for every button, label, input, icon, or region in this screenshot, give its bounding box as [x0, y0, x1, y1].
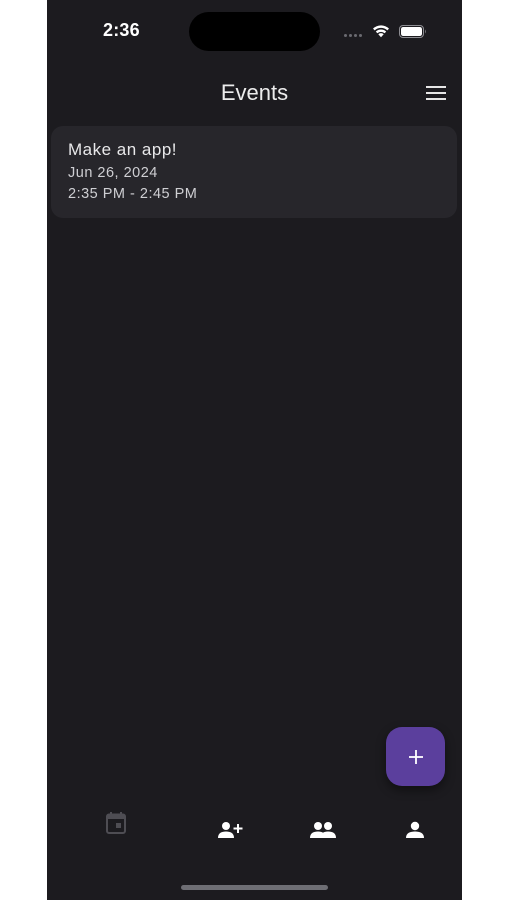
page-title: Events: [220, 80, 289, 105]
person-add-icon: [218, 822, 243, 838]
status-time: 2:36: [103, 20, 140, 40]
home-indicator[interactable]: [181, 885, 328, 890]
event-time: 2:35 PM - 2:45 PM: [68, 186, 198, 202]
cellular-signal-icon: [344, 34, 362, 37]
bottom-navigation: [47, 800, 462, 860]
app-screen: 2:36 Events Make an app! Jun 26, 2024 2:…: [47, 0, 462, 900]
person-icon: [406, 821, 424, 838]
wifi-icon: [373, 25, 389, 38]
event-title: Make an app!: [68, 140, 178, 159]
people-icon: [310, 822, 336, 838]
app-bar: Events: [47, 70, 462, 116]
plus-icon: [408, 749, 423, 764]
nav-item-calendar[interactable]: [100, 809, 132, 837]
add-event-button[interactable]: [386, 727, 445, 786]
event-card[interactable]: Make an app! Jun 26, 2024 2:35 PM - 2:45…: [51, 126, 457, 218]
status-bar: 2:36: [47, 0, 462, 62]
event-date: Jun 26, 2024: [68, 165, 158, 181]
nav-item-profile[interactable]: [399, 816, 431, 844]
menu-button[interactable]: [422, 81, 450, 105]
battery-icon: [399, 25, 426, 38]
calendar-icon: [106, 812, 126, 834]
nav-item-groups[interactable]: [307, 816, 339, 844]
nav-item-add-friend[interactable]: [215, 816, 247, 844]
dynamic-island: [189, 12, 320, 51]
menu-icon: [426, 86, 446, 100]
